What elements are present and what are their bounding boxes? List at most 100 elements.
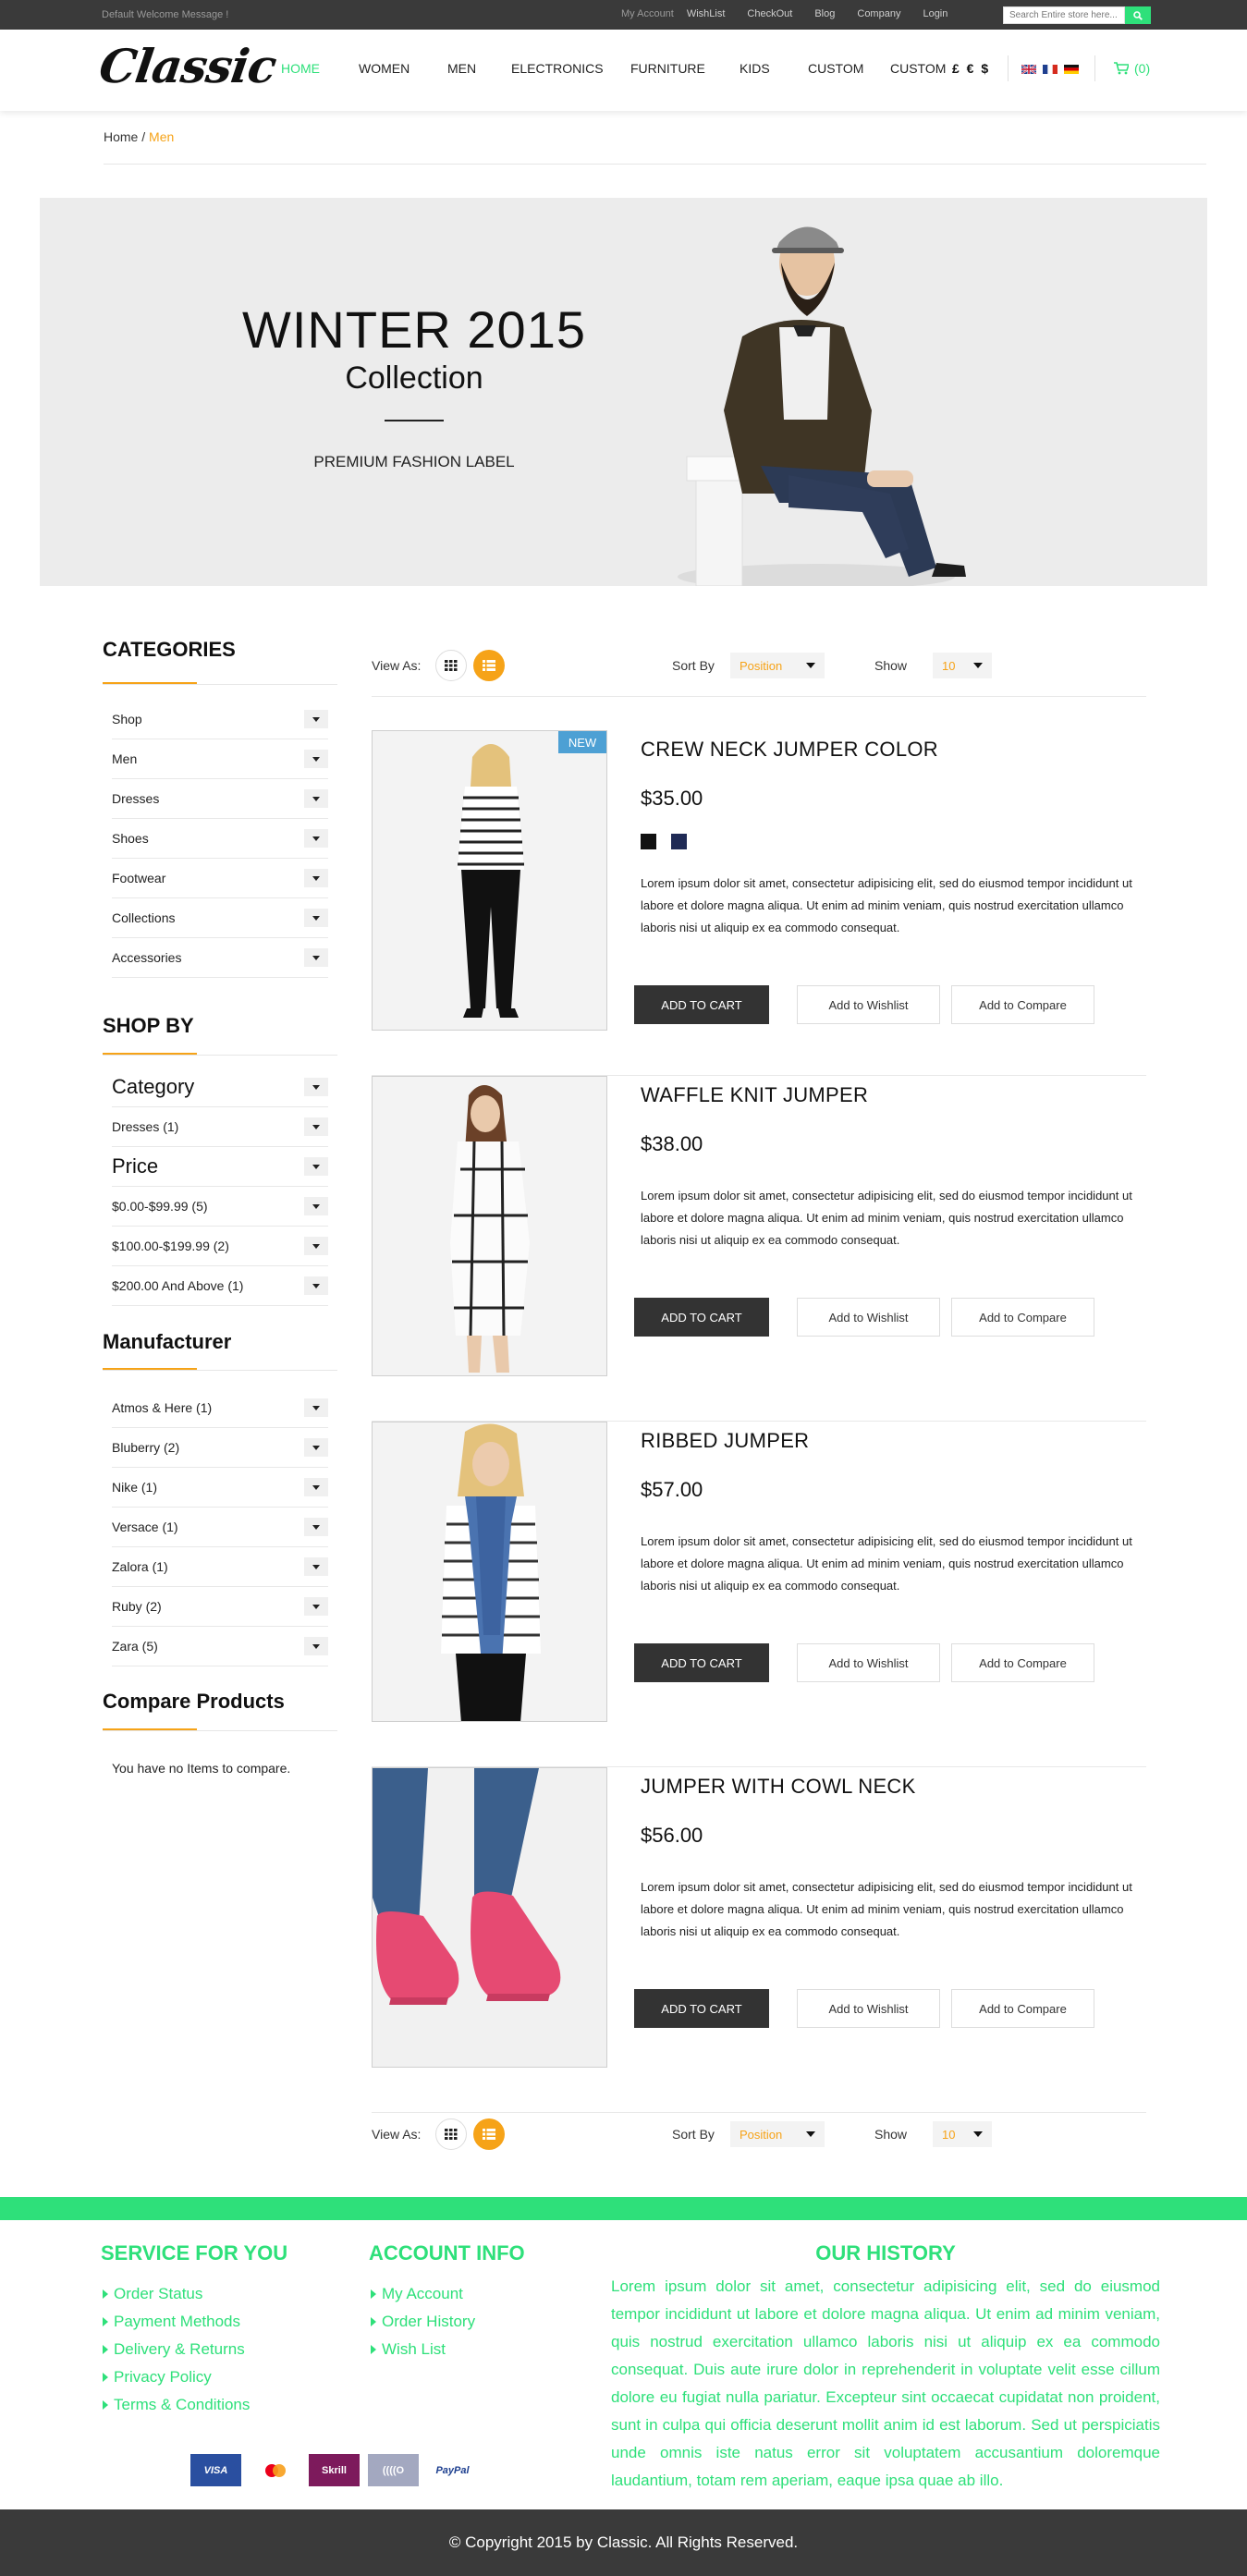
search-input[interactable]: Search Entire store here... (1003, 6, 1125, 24)
manufacturer-item[interactable]: Bluberry (2) (112, 1428, 328, 1468)
top-link-checkout[interactable]: CheckOut (747, 8, 792, 19)
top-link-my-account[interactable]: My Account (621, 8, 674, 19)
add-to-wishlist-button[interactable]: Add to Wishlist (797, 1643, 940, 1682)
category-item-accessories[interactable]: Accessories (112, 938, 328, 978)
product-name[interactable]: RIBBED JUMPER (641, 1429, 809, 1453)
grid-view-button[interactable] (435, 2118, 467, 2150)
chevron-down-icon[interactable] (304, 1276, 328, 1295)
category-item-collections[interactable]: Collections (112, 898, 328, 938)
top-link-wishlist[interactable]: WishList (687, 8, 726, 19)
nav-electronics[interactable]: ELECTRONICS (511, 61, 604, 76)
nav-women[interactable]: WOMEN (359, 61, 410, 76)
logo[interactable]: Classic (96, 39, 279, 93)
footer-link-delivery[interactable]: Delivery & Returns (103, 2340, 245, 2359)
product-image[interactable] (372, 1422, 607, 1722)
cart-button[interactable]: (0) (1114, 61, 1150, 76)
chevron-down-icon[interactable] (304, 1637, 328, 1655)
list-view-button[interactable] (473, 650, 505, 681)
chevron-down-icon[interactable] (304, 1157, 328, 1176)
filter-heading-price[interactable]: Price (112, 1147, 328, 1187)
chevron-down-icon[interactable] (304, 789, 328, 808)
nav-furniture[interactable]: FURNITURE (630, 61, 705, 76)
filter-item-price-2[interactable]: $100.00-$199.99 (2) (112, 1227, 328, 1266)
add-to-compare-button[interactable]: Add to Compare (951, 1643, 1094, 1682)
filter-item-dresses[interactable]: Dresses (1) (112, 1107, 328, 1147)
list-view-button[interactable] (473, 2118, 505, 2150)
chevron-down-icon[interactable] (304, 710, 328, 728)
add-to-wishlist-button[interactable]: Add to Wishlist (797, 985, 940, 1024)
add-to-compare-button[interactable]: Add to Compare (951, 1298, 1094, 1337)
add-to-cart-button[interactable]: ADD TO CART (634, 1298, 769, 1337)
chevron-down-icon[interactable] (304, 829, 328, 848)
chevron-down-icon[interactable] (304, 1557, 328, 1576)
manufacturer-item[interactable]: Nike (1) (112, 1468, 328, 1508)
manufacturer-item[interactable]: Zara (5) (112, 1627, 328, 1666)
add-to-wishlist-button[interactable]: Add to Wishlist (797, 1298, 940, 1337)
category-item-men[interactable]: Men (112, 739, 328, 779)
nav-home[interactable]: HOME (281, 61, 320, 76)
product-image[interactable] (372, 1767, 607, 2068)
sort-by-select[interactable]: Position (730, 2121, 825, 2147)
chevron-down-icon[interactable] (304, 1597, 328, 1616)
top-link-blog[interactable]: Blog (814, 8, 835, 19)
product-name[interactable]: WAFFLE KNIT JUMPER (641, 1083, 868, 1107)
footer-link-terms[interactable]: Terms & Conditions (103, 2396, 250, 2414)
chevron-down-icon[interactable] (304, 1438, 328, 1457)
chevron-down-icon[interactable] (304, 1518, 328, 1536)
add-to-cart-button[interactable]: ADD TO CART (634, 1989, 769, 2028)
chevron-down-icon[interactable] (304, 869, 328, 887)
chevron-down-icon[interactable] (304, 1398, 328, 1417)
france-flag-icon[interactable] (1043, 65, 1058, 74)
chevron-down-icon[interactable] (304, 1478, 328, 1496)
filter-item-price-3[interactable]: $200.00 And Above (1) (112, 1266, 328, 1306)
add-to-cart-button[interactable]: ADD TO CART (634, 985, 769, 1024)
product-image[interactable] (372, 1076, 607, 1376)
chevron-down-icon[interactable] (304, 909, 328, 927)
footer-link-wish-list[interactable]: Wish List (371, 2340, 446, 2359)
add-to-compare-button[interactable]: Add to Compare (951, 985, 1094, 1024)
search-button[interactable] (1125, 6, 1151, 24)
category-item-shoes[interactable]: Shoes (112, 819, 328, 859)
color-swatch-black[interactable] (641, 834, 656, 849)
manufacturer-item[interactable]: Zalora (1) (112, 1547, 328, 1587)
nav-men[interactable]: MEN (447, 61, 476, 76)
product-name[interactable]: JUMPER WITH COWL NECK (641, 1775, 916, 1799)
manufacturer-item[interactable]: Ruby (2) (112, 1587, 328, 1627)
filter-heading-category[interactable]: Category (112, 1068, 328, 1107)
top-link-login[interactable]: Login (923, 8, 947, 19)
manufacturer-item[interactable]: Atmos & Here (1) (112, 1388, 328, 1428)
chevron-down-icon[interactable] (304, 1078, 328, 1096)
footer-link-payment-methods[interactable]: Payment Methods (103, 2313, 240, 2331)
category-item-dresses[interactable]: Dresses (112, 779, 328, 819)
product-image[interactable]: NEW (372, 730, 607, 1031)
chevron-down-icon[interactable] (304, 1117, 328, 1136)
germany-flag-icon[interactable] (1064, 65, 1079, 74)
show-select[interactable]: 10 (933, 653, 992, 678)
footer-link-order-history[interactable]: Order History (371, 2313, 475, 2331)
uk-flag-icon[interactable] (1021, 65, 1036, 74)
add-to-compare-button[interactable]: Add to Compare (951, 1989, 1094, 2028)
currency-switcher[interactable]: £ € $ (952, 61, 990, 76)
breadcrumb-home[interactable]: Home (104, 129, 138, 144)
color-swatch-navy[interactable] (671, 834, 687, 849)
nav-kids[interactable]: KIDS (740, 61, 770, 76)
manufacturer-item[interactable]: Versace (1) (112, 1508, 328, 1547)
chevron-down-icon[interactable] (304, 1197, 328, 1215)
filter-item-price-1[interactable]: $0.00-$99.99 (5) (112, 1187, 328, 1227)
chevron-down-icon[interactable] (304, 750, 328, 768)
footer-link-my-account[interactable]: My Account (371, 2285, 463, 2303)
nav-custom-2[interactable]: CUSTOM (890, 61, 946, 76)
footer-link-order-status[interactable]: Order Status (103, 2285, 202, 2303)
hero-banner[interactable]: WINTER 2015 Collection PREMIUM FASHION L… (40, 198, 1207, 586)
add-to-wishlist-button[interactable]: Add to Wishlist (797, 1989, 940, 2028)
add-to-cart-button[interactable]: ADD TO CART (634, 1643, 769, 1682)
show-select[interactable]: 10 (933, 2121, 992, 2147)
sort-by-select[interactable]: Position (730, 653, 825, 678)
chevron-down-icon[interactable] (304, 1237, 328, 1255)
product-name[interactable]: CREW NECK JUMPER COLOR (641, 738, 938, 762)
nav-custom[interactable]: CUSTOM (808, 61, 863, 76)
category-item-shop[interactable]: Shop (112, 700, 328, 739)
footer-link-privacy[interactable]: Privacy Policy (103, 2368, 212, 2387)
grid-view-button[interactable] (435, 650, 467, 681)
chevron-down-icon[interactable] (304, 948, 328, 967)
